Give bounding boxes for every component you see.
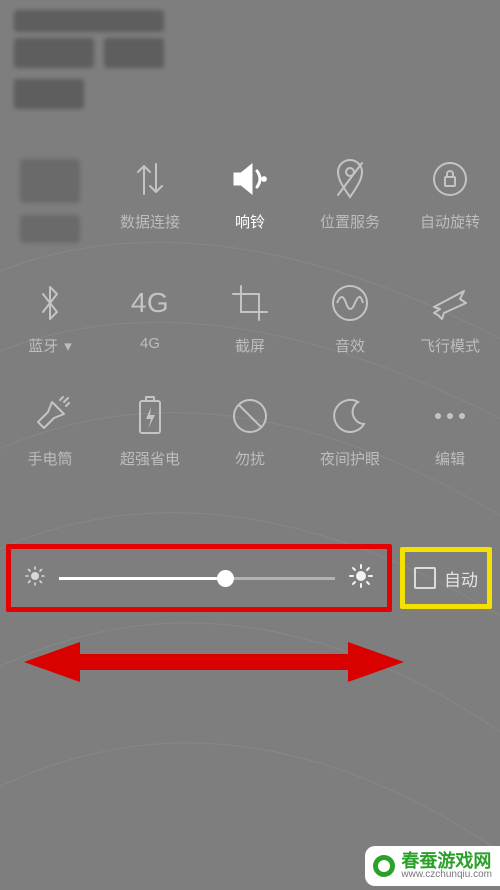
- tile-airplane[interactable]: 飞行模式: [420, 283, 480, 356]
- tile-wifi[interactable]: [20, 159, 80, 243]
- wifi-label: [20, 215, 80, 243]
- auto-brightness-checkbox[interactable]: [414, 567, 436, 589]
- wifi-icon: [20, 159, 80, 203]
- auto-brightness-highlight: 自动: [400, 547, 492, 609]
- tile-label: 飞行模式: [420, 335, 480, 356]
- tile-location[interactable]: 位置服务: [320, 159, 380, 243]
- brightness-slider[interactable]: [59, 577, 335, 580]
- tile-ringer[interactable]: 响铃: [230, 159, 270, 243]
- tile-label: 蓝牙▾: [28, 335, 72, 356]
- tile-edit[interactable]: 编辑: [430, 396, 470, 469]
- battery-charge-icon: [136, 396, 164, 436]
- tile-label: 位置服务: [320, 211, 380, 232]
- crop-icon: [231, 283, 269, 323]
- tile-label: 响铃: [235, 211, 265, 232]
- airplane-icon: [430, 283, 470, 323]
- notification-header: [0, 0, 500, 119]
- tile-label: 音效: [335, 335, 365, 356]
- more-icon: [430, 396, 470, 436]
- tile-label: 自动旋转: [420, 211, 480, 232]
- bluetooth-icon: [37, 283, 63, 323]
- speaker-icon: [230, 159, 270, 199]
- annotation-arrow: [24, 640, 404, 684]
- tile-sound-effect[interactable]: 音效: [330, 283, 370, 356]
- quick-settings-grid: 数据连接 响铃 位置服务 自: [0, 159, 500, 469]
- watermark-domain: www.czchunqiu.com: [401, 870, 492, 880]
- brightness-high-icon: [349, 564, 373, 593]
- 4g-icon: 4G: [131, 283, 169, 323]
- dnd-icon: [230, 396, 270, 436]
- tile-auto-rotate[interactable]: 自动旋转: [420, 159, 480, 243]
- tile-label: 截屏: [235, 335, 265, 356]
- tile-label: 数据连接: [120, 211, 180, 232]
- tile-label: 超强省电: [120, 448, 180, 469]
- location-pin-icon: [334, 159, 366, 199]
- auto-brightness-label: 自动: [444, 566, 478, 591]
- tile-label: 勿扰: [235, 448, 265, 469]
- brightness-low-icon: [25, 566, 45, 591]
- tile-label: 编辑: [435, 448, 465, 469]
- chevron-down-icon: ▾: [64, 337, 72, 355]
- watermark-logo-icon: [373, 855, 395, 877]
- tile-label: 夜间护眼: [320, 448, 380, 469]
- lock-rotate-icon: [430, 159, 470, 199]
- watermark-brand: 春蚕游戏网: [401, 852, 492, 870]
- waveform-icon: [330, 283, 370, 323]
- tile-mobile-data[interactable]: 数据连接: [120, 159, 180, 243]
- tile-4g[interactable]: 4G 4G: [131, 283, 169, 356]
- tile-label: 4G: [140, 335, 160, 352]
- moon-icon: [332, 396, 368, 436]
- tile-dnd[interactable]: 勿扰: [230, 396, 270, 469]
- tile-night-mode[interactable]: 夜间护眼: [320, 396, 380, 469]
- tile-power-save[interactable]: 超强省电: [120, 396, 180, 469]
- brightness-slider-highlight: [6, 544, 392, 612]
- brightness-row: 自动: [6, 542, 494, 614]
- flashlight-icon: [30, 396, 70, 436]
- watermark: 春蚕游戏网 www.czchunqiu.com: [365, 846, 500, 886]
- tile-bluetooth[interactable]: 蓝牙▾: [28, 283, 72, 356]
- tile-label: 手电筒: [27, 448, 72, 469]
- data-arrows-icon: [133, 159, 167, 199]
- tile-screenshot[interactable]: 截屏: [231, 283, 269, 356]
- tile-flashlight[interactable]: 手电筒: [27, 396, 72, 469]
